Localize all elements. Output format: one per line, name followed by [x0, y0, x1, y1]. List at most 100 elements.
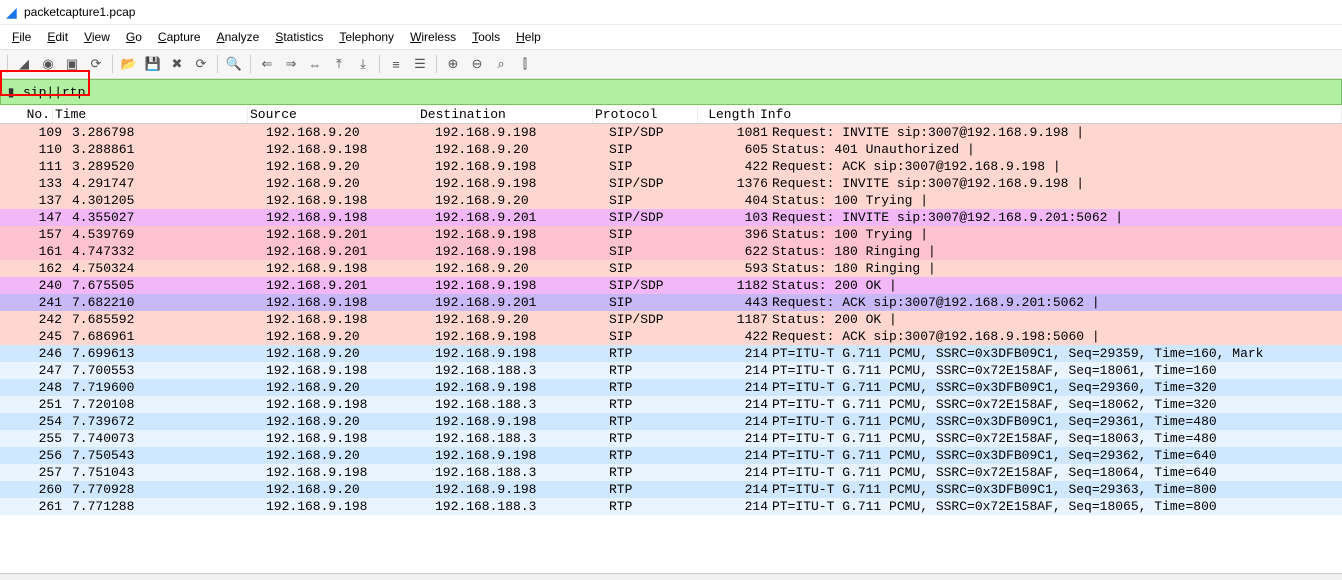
- shark-fin-icon[interactable]: ◢: [13, 53, 35, 75]
- menu-telephony[interactable]: Telephony: [331, 28, 402, 46]
- reload-icon[interactable]: ⟳: [190, 53, 212, 75]
- cell-src: 192.168.9.20: [264, 447, 433, 464]
- autoscroll-icon[interactable]: ≡: [385, 53, 407, 75]
- cell-dst: 192.168.9.198: [433, 277, 607, 294]
- arrow-left-icon[interactable]: ⇐: [256, 53, 278, 75]
- packet-row[interactable]: 2477.700553192.168.9.198192.168.188.3RTP…: [0, 362, 1342, 379]
- cell-proto: SIP: [607, 141, 711, 158]
- cell-info: Status: 200 OK |: [770, 277, 1342, 294]
- folder-open-icon[interactable]: 📂: [118, 53, 140, 75]
- packet-row[interactable]: 2487.719600192.168.9.20192.168.9.198RTP2…: [0, 379, 1342, 396]
- packet-row[interactable]: 2547.739672192.168.9.20192.168.9.198RTP2…: [0, 413, 1342, 430]
- cell-src: 192.168.9.198: [264, 260, 433, 277]
- col-hdr-info[interactable]: Info: [758, 106, 1342, 123]
- col-hdr-time[interactable]: Time: [53, 106, 248, 123]
- menu-tools[interactable]: Tools: [464, 28, 508, 46]
- cell-proto: RTP: [607, 498, 711, 515]
- zoom-reset-icon[interactable]: ⌕: [490, 53, 512, 75]
- cell-no: 162: [0, 260, 70, 277]
- jump-icon[interactable]: ⇔: [304, 53, 326, 75]
- menu-capture[interactable]: Capture: [150, 28, 209, 46]
- packet-row[interactable]: 1334.291747192.168.9.20192.168.9.198SIP/…: [0, 175, 1342, 192]
- resize-cols-icon[interactable]: ⫿: [514, 53, 536, 75]
- cell-info: Status: 180 Ringing |: [770, 260, 1342, 277]
- window-title: packetcapture1.pcap: [24, 5, 135, 19]
- zoom-in-icon[interactable]: ⊕: [442, 53, 464, 75]
- cell-len: 622: [711, 243, 770, 260]
- packet-row[interactable]: 2607.770928192.168.9.20192.168.9.198RTP2…: [0, 481, 1342, 498]
- cell-proto: RTP: [607, 345, 711, 362]
- cell-no: 133: [0, 175, 70, 192]
- packet-row[interactable]: 2407.675505192.168.9.201192.168.9.198SIP…: [0, 277, 1342, 294]
- go-last-icon[interactable]: ⤓: [352, 53, 374, 75]
- packet-row[interactable]: 2467.699613192.168.9.20192.168.9.198RTP2…: [0, 345, 1342, 362]
- packet-row[interactable]: 2427.685592192.168.9.198192.168.9.20SIP/…: [0, 311, 1342, 328]
- col-hdr-dest[interactable]: Destination: [418, 106, 593, 123]
- search-icon[interactable]: 🔍: [223, 53, 245, 75]
- cell-no: 260: [0, 481, 70, 498]
- cell-time: 7.699613: [70, 345, 264, 362]
- packet-row[interactable]: 2567.750543192.168.9.20192.168.9.198RTP2…: [0, 447, 1342, 464]
- packet-row[interactable]: 2617.771288192.168.9.198192.168.188.3RTP…: [0, 498, 1342, 515]
- display-filter-input[interactable]: [21, 85, 1341, 100]
- zoom-out-icon[interactable]: ⊖: [466, 53, 488, 75]
- cell-time: 7.771288: [70, 498, 264, 515]
- col-hdr-no[interactable]: No.: [0, 106, 53, 123]
- go-first-icon[interactable]: ⤒: [328, 53, 350, 75]
- packet-row[interactable]: 1113.289520192.168.9.20192.168.9.198SIP4…: [0, 158, 1342, 175]
- cell-time: 4.747332: [70, 243, 264, 260]
- restart-icon[interactable]: ⟳: [85, 53, 107, 75]
- cell-dst: 192.168.188.3: [433, 430, 607, 447]
- cell-len: 214: [711, 481, 770, 498]
- col-hdr-length[interactable]: Length: [698, 106, 758, 123]
- save-icon[interactable]: 💾: [142, 53, 164, 75]
- cell-len: 1187: [711, 311, 770, 328]
- colorize-icon[interactable]: ☰: [409, 53, 431, 75]
- menu-statistics[interactable]: Statistics: [267, 28, 331, 46]
- packet-row[interactable]: 2417.682210192.168.9.198192.168.9.201SIP…: [0, 294, 1342, 311]
- packet-row[interactable]: 2557.740073192.168.9.198192.168.188.3RTP…: [0, 430, 1342, 447]
- packet-row[interactable]: 2577.751043192.168.9.198192.168.188.3RTP…: [0, 464, 1342, 481]
- arrow-right-icon[interactable]: ⇒: [280, 53, 302, 75]
- cell-dst: 192.168.9.201: [433, 209, 607, 226]
- cell-dst: 192.168.9.198: [433, 447, 607, 464]
- cell-dst: 192.168.9.198: [433, 175, 607, 192]
- packet-row[interactable]: 1103.288861192.168.9.198192.168.9.20SIP6…: [0, 141, 1342, 158]
- packet-row[interactable]: 1093.286798192.168.9.20192.168.9.198SIP/…: [0, 124, 1342, 141]
- cell-time: 7.720108: [70, 396, 264, 413]
- cell-proto: RTP: [607, 362, 711, 379]
- cell-no: 255: [0, 430, 70, 447]
- cell-dst: 192.168.9.198: [433, 328, 607, 345]
- cell-len: 214: [711, 430, 770, 447]
- packet-row[interactable]: 1614.747332192.168.9.201192.168.9.198SIP…: [0, 243, 1342, 260]
- cell-src: 192.168.9.201: [264, 243, 433, 260]
- cell-no: 109: [0, 124, 70, 141]
- filter-bookmark-icon[interactable]: ▮: [1, 85, 21, 99]
- circle-icon[interactable]: ◉: [37, 53, 59, 75]
- col-hdr-protocol[interactable]: Protocol: [593, 106, 698, 123]
- cell-info: PT=ITU-T G.711 PCMU, SSRC=0x3DFB09C1, Se…: [770, 379, 1342, 396]
- cell-no: 110: [0, 141, 70, 158]
- cell-len: 1081: [711, 124, 770, 141]
- stop-icon[interactable]: ▣: [61, 53, 83, 75]
- cell-len: 214: [711, 498, 770, 515]
- menu-wireless[interactable]: Wireless: [402, 28, 464, 46]
- packet-row[interactable]: 1574.539769192.168.9.201192.168.9.198SIP…: [0, 226, 1342, 243]
- packet-row[interactable]: 1474.355027192.168.9.198192.168.9.201SIP…: [0, 209, 1342, 226]
- cell-time: 4.291747: [70, 175, 264, 192]
- menu-help[interactable]: Help: [508, 28, 549, 46]
- packet-row[interactable]: 2457.686961192.168.9.20192.168.9.198SIP4…: [0, 328, 1342, 345]
- packet-row[interactable]: 2517.720108192.168.9.198192.168.188.3RTP…: [0, 396, 1342, 413]
- cell-len: 214: [711, 379, 770, 396]
- packet-row[interactable]: 1624.750324192.168.9.198192.168.9.20SIP5…: [0, 260, 1342, 277]
- menu-analyze[interactable]: Analyze: [209, 28, 268, 46]
- menu-file[interactable]: File: [4, 28, 39, 46]
- packet-row[interactable]: 1374.301205192.168.9.198192.168.9.20SIP4…: [0, 192, 1342, 209]
- packet-list-pane[interactable]: No. Time Source Destination Protocol Len…: [0, 105, 1342, 573]
- menu-go[interactable]: Go: [118, 28, 150, 46]
- cell-src: 192.168.9.20: [264, 124, 433, 141]
- menu-edit[interactable]: Edit: [39, 28, 76, 46]
- col-hdr-source[interactable]: Source: [248, 106, 418, 123]
- menu-view[interactable]: View: [76, 28, 118, 46]
- close-icon[interactable]: ✖: [166, 53, 188, 75]
